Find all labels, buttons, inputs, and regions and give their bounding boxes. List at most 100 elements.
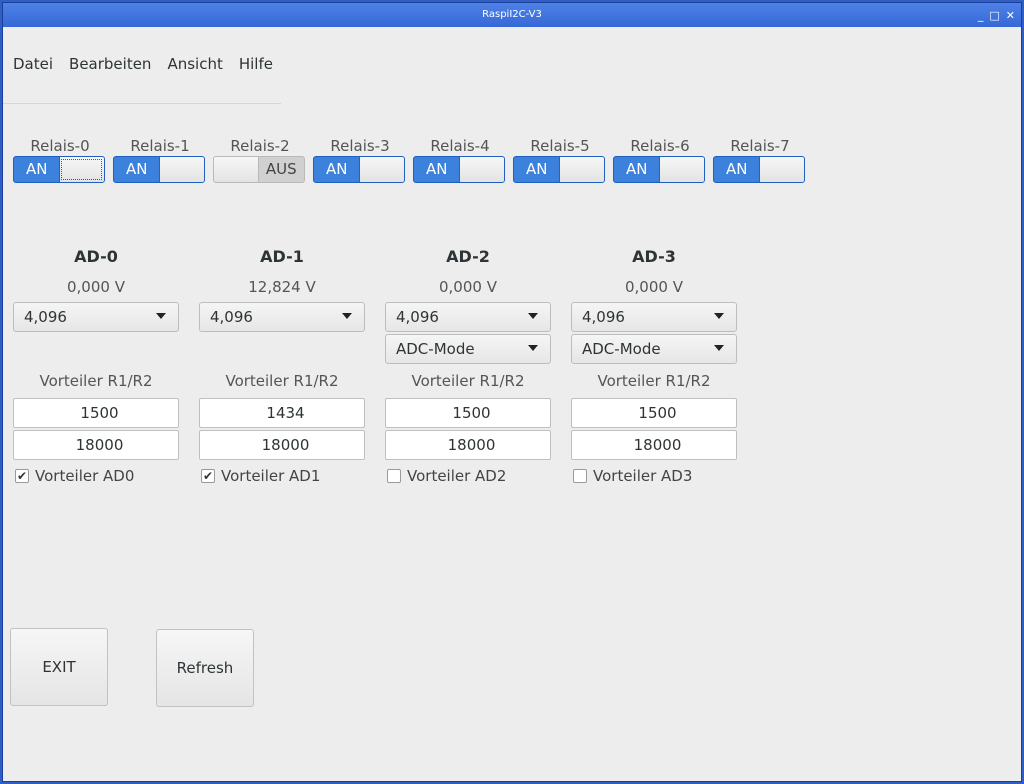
chevron-down-icon	[342, 313, 352, 319]
chevron-down-icon	[714, 313, 724, 319]
r1-input[interactable]: 1434	[199, 398, 365, 428]
relais-4: Relais-4 AN	[413, 136, 507, 183]
relais-label: Relais-3	[330, 137, 390, 155]
adc-voltage-value: 12,824 V	[248, 278, 316, 296]
toggle-knob[interactable]	[214, 157, 259, 182]
relais-toggle-2[interactable]: AUS	[213, 156, 305, 183]
relais-label: Relais-4	[430, 137, 490, 155]
menu-bearbeiten[interactable]: Bearbeiten	[69, 55, 151, 73]
divider-checkbox[interactable]: Vorteiler AD2	[387, 467, 506, 485]
adc-title: AD-2	[446, 247, 490, 266]
menu-ansicht[interactable]: Ansicht	[167, 55, 222, 73]
adc-column-1: AD-1 12,824 V 4,096 Vorteiler R1/R2 1434 1800…	[199, 243, 365, 503]
chevron-down-icon	[156, 313, 166, 319]
adc-mode-dropdown[interactable]: ADC-Mode	[385, 334, 551, 364]
toggle-knob[interactable]	[759, 157, 804, 182]
relais-label: Relais-1	[130, 137, 190, 155]
checkmark-icon: ✔	[15, 469, 29, 483]
toggle-state-label: AN	[326, 160, 348, 178]
adc-mode-dropdown[interactable]: ADC-Mode	[571, 334, 737, 364]
relais-5: Relais-5 AN	[513, 136, 607, 183]
range-value: 4,096	[210, 308, 253, 326]
adc-title: AD-3	[632, 247, 676, 266]
adc-column-2: AD-2 0,000 V 4,096 ADC-Mode Vorteiler R1/R2 1…	[385, 243, 551, 503]
relais-toggle-1[interactable]: AN	[113, 156, 205, 183]
relais-2: Relais-2 AUS	[213, 136, 307, 183]
r2-input[interactable]: 18000	[199, 430, 365, 460]
toggle-knob[interactable]	[159, 157, 204, 182]
range-dropdown[interactable]: 4,096	[199, 302, 365, 332]
relais-0: Relais-0 AN	[13, 136, 107, 183]
relais-toggle-6[interactable]: AN	[613, 156, 705, 183]
menubar: Datei Bearbeiten Ansicht Hilfe	[13, 55, 273, 73]
divider-label: Vorteiler R1/R2	[597, 372, 711, 390]
title-bar[interactable]: RaspiI2C-V3 _ □ ✕	[3, 3, 1021, 27]
toggle-knob[interactable]	[459, 157, 504, 182]
toggle-state-label: AN	[426, 160, 448, 178]
range-dropdown[interactable]: 4,096	[13, 302, 179, 332]
adc-mode-value: ADC-Mode	[396, 340, 475, 358]
minimize-icon[interactable]: _	[978, 10, 984, 21]
toggle-state-label: AN	[626, 160, 648, 178]
relais-label: Relais-5	[530, 137, 590, 155]
relais-toggle-5[interactable]: AN	[513, 156, 605, 183]
divider-checkbox[interactable]: ✔ Vorteiler AD0	[15, 467, 134, 485]
checkbox-label: Vorteiler AD3	[593, 467, 693, 485]
chevron-down-icon	[714, 345, 724, 351]
relais-label: Relais-6	[630, 137, 690, 155]
divider-label: Vorteiler R1/R2	[225, 372, 339, 390]
r2-input[interactable]: 18000	[385, 430, 551, 460]
menu-hilfe[interactable]: Hilfe	[239, 55, 273, 73]
toggle-knob[interactable]	[359, 157, 404, 182]
relais-toggle-7[interactable]: AN	[713, 156, 805, 183]
menu-datei[interactable]: Datei	[13, 55, 53, 73]
close-icon[interactable]: ✕	[1006, 10, 1015, 21]
range-value: 4,096	[396, 308, 439, 326]
toggle-knob[interactable]	[59, 157, 104, 182]
r2-input[interactable]: 18000	[571, 430, 737, 460]
adc-voltage-value: 0,000 V	[625, 278, 683, 296]
range-value: 4,096	[582, 308, 625, 326]
divider-checkbox[interactable]: ✔ Vorteiler AD1	[201, 467, 320, 485]
relais-1: Relais-1 AN	[113, 136, 207, 183]
toggle-knob[interactable]	[559, 157, 604, 182]
relais-label: Relais-0	[30, 137, 90, 155]
range-value: 4,096	[24, 308, 67, 326]
adc-mode-value: ADC-Mode	[582, 340, 661, 358]
toggle-state-label: AUS	[265, 160, 297, 178]
relais-7: Relais-7 AN	[713, 136, 807, 183]
relais-toggle-3[interactable]: AN	[313, 156, 405, 183]
checkbox-empty-icon	[573, 469, 587, 483]
relais-label: Relais-7	[730, 137, 790, 155]
maximize-icon[interactable]: □	[989, 10, 999, 21]
adc-title: AD-0	[74, 247, 118, 266]
adc-column-3: AD-3 0,000 V 4,096 ADC-Mode Vorteiler R1/R2 1…	[571, 243, 737, 503]
range-dropdown[interactable]: 4,096	[571, 302, 737, 332]
chevron-down-icon	[528, 313, 538, 319]
refresh-button[interactable]: Refresh	[156, 629, 254, 707]
toggle-state-label: AN	[126, 160, 148, 178]
window-title: RaspiI2C-V3	[482, 9, 542, 20]
r1-input[interactable]: 1500	[571, 398, 737, 428]
toggle-state-label: AN	[726, 160, 748, 178]
r1-input[interactable]: 1500	[385, 398, 551, 428]
adc-voltage-value: 0,000 V	[67, 278, 125, 296]
relais-toggle-0[interactable]: AN	[13, 156, 105, 183]
checkbox-label: Vorteiler AD2	[407, 467, 507, 485]
divider-checkbox[interactable]: Vorteiler AD3	[573, 467, 692, 485]
relais-3: Relais-3 AN	[313, 136, 407, 183]
toggle-state-label: AN	[26, 160, 48, 178]
r1-input[interactable]: 1500	[13, 398, 179, 428]
r2-input[interactable]: 18000	[13, 430, 179, 460]
toggle-knob[interactable]	[659, 157, 704, 182]
checkmark-icon: ✔	[201, 469, 215, 483]
toggle-state-label: AN	[526, 160, 548, 178]
menu-separator	[3, 103, 281, 104]
divider-label: Vorteiler R1/R2	[411, 372, 525, 390]
exit-button[interactable]: EXIT	[10, 628, 108, 706]
relais-toggle-4[interactable]: AN	[413, 156, 505, 183]
relais-label: Relais-2	[230, 137, 290, 155]
adc-title: AD-1	[260, 247, 304, 266]
divider-label: Vorteiler R1/R2	[39, 372, 153, 390]
range-dropdown[interactable]: 4,096	[385, 302, 551, 332]
